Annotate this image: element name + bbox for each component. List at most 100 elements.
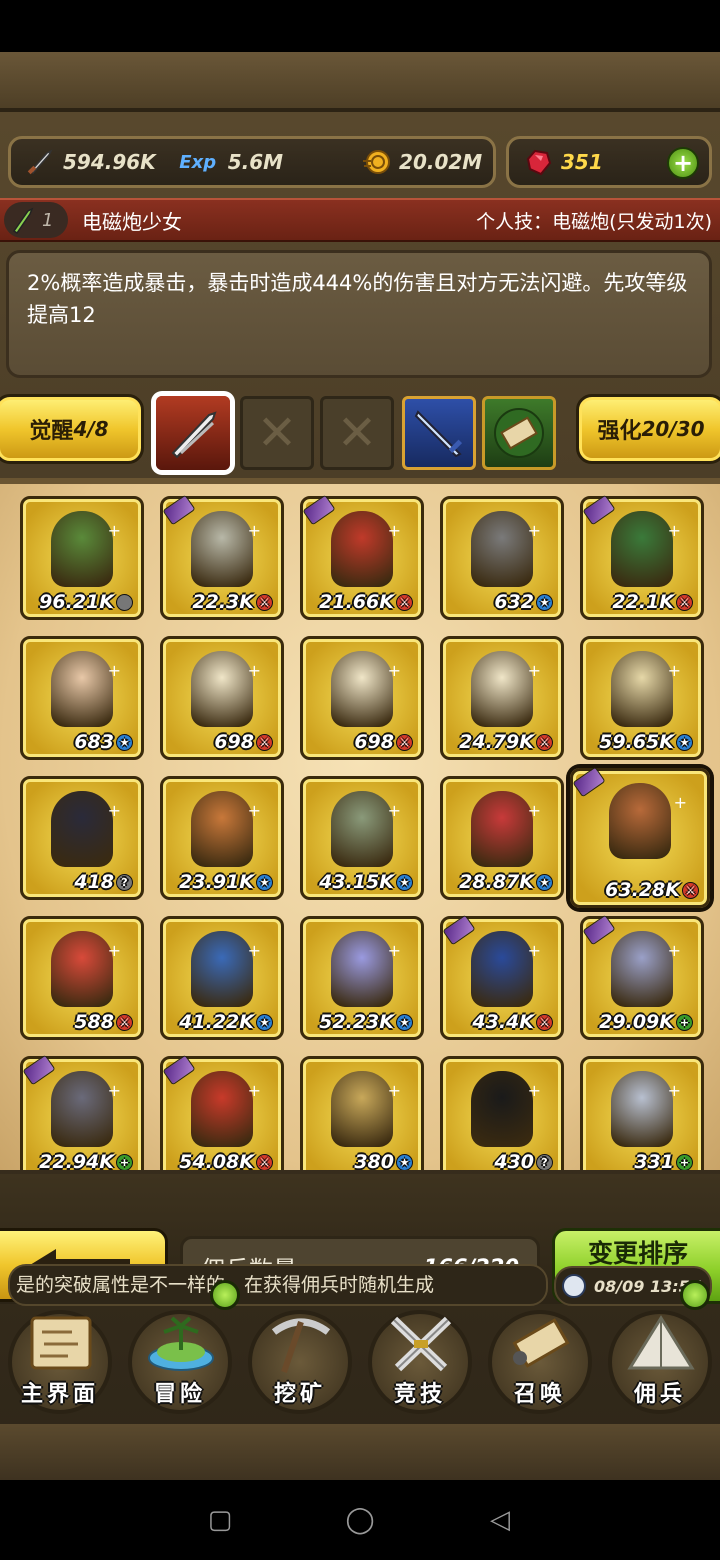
mercenary-card[interactable]: +21.66K ⚔ [300,494,424,620]
mercenary-card[interactable]: +418? [20,776,144,900]
mercenary-power: 41.22K ★ [179,1011,273,1033]
mercenary-card[interactable]: +632 ★ [440,496,564,620]
equip-slot-5[interactable] [482,396,556,470]
mercenary-card[interactable]: +698 ⚔ [160,636,284,760]
class-badge-icon: ⚔ [256,733,273,751]
mercenary-card[interactable]: +59.65K ★ [580,636,704,760]
class-badge-icon [116,593,133,611]
weapon-tag-icon [572,766,606,798]
mercenary-card[interactable]: +41.22K ★ [160,916,284,1040]
mercenary-card[interactable]: +683 ★ [20,636,144,760]
recents-icon[interactable]: ▢ [205,1505,235,1535]
sparkle-icon: + [527,941,541,960]
mercenary-power: 698 ⚔ [214,731,273,753]
top-texture [0,52,720,112]
sparkle-icon: + [107,941,121,960]
menu-item-5[interactable]: 佣兵 [602,1304,718,1414]
gold-resource: 20.02M [361,147,482,177]
hero-portrait [611,1071,673,1147]
power-value: 698 [214,731,254,753]
mercenary-card[interactable]: +43.4K ⚔ [440,914,564,1040]
mercenary-card[interactable]: +54.08K ⚔ [160,1054,284,1170]
menu-item-1[interactable]: 冒险 [122,1304,238,1414]
power-value: 430 [494,1151,534,1170]
equip-slot-4[interactable] [402,396,476,470]
android-nav-bar: ▢ ◯ ◁ [0,1480,720,1560]
sparkle-icon: + [387,1081,401,1100]
sparkle-icon: + [527,661,541,680]
sparkle-icon: + [527,521,541,540]
weapon-tag-icon [442,914,476,946]
mercenary-card[interactable]: +52.23K ★ [300,916,424,1040]
gem-value: 351 [561,150,603,174]
menu-item-0[interactable]: 主界面 [2,1304,118,1414]
menu-label: 竞技 [393,1382,446,1407]
mercenary-card[interactable]: +380 ★ [300,1056,424,1170]
map-icon [22,1308,100,1380]
mercenary-card[interactable]: +331 + [580,1056,704,1170]
equip-slot-3[interactable]: ✕ [320,396,394,470]
mercenary-card[interactable]: +28.87K ★ [440,776,564,900]
mercenary-card[interactable]: +63.28K ⚔ [570,766,710,908]
class-badge-icon: ★ [536,873,553,891]
mercenary-card[interactable]: +430? [440,1056,564,1170]
news-ticker: 是的突破属性是不一样的，在获得佣兵时随机生成 [8,1264,548,1306]
mercenary-power: 22.1K ⚔ [612,591,693,613]
power-value: 28.87K [459,871,534,893]
power-value: 29.09K [599,1011,674,1033]
power-value: 43.4K [472,1011,534,1033]
sparkle-icon: + [247,661,261,680]
awaken-value: 4/8 [73,417,109,441]
skill-name: 电磁炮少女 [82,209,182,234]
class-badge-icon: ⚔ [396,733,413,751]
menu-item-3[interactable]: 竞技 [362,1304,478,1414]
hero-portrait [331,1071,393,1147]
sparkle-icon: + [247,941,261,960]
hero-portrait [191,1071,253,1147]
mercenary-card[interactable]: +29.09K + [580,914,704,1040]
sparkle-icon: + [667,1081,681,1100]
add-gems-button[interactable]: + [667,147,699,179]
sparkle-icon: + [667,661,681,680]
hero-portrait [331,651,393,727]
resource-pill-main: 594.96K Exp 5.6M 20.02M [8,136,496,188]
sparkle-icon: + [387,521,401,540]
mercenary-card[interactable]: +24.79K ⚔ [440,636,564,760]
notification-dot [210,1280,240,1310]
mercenary-card[interactable]: +23.91K ★ [160,776,284,900]
mercenary-card[interactable]: +96.21K [20,496,144,620]
mercenary-card[interactable]: +22.3K ⚔ [160,494,284,620]
home-icon[interactable]: ◯ [345,1505,375,1535]
class-badge-icon: ★ [396,1153,413,1170]
skill-description: 2%概率造成暴击，暴击时造成444%的伤害且对方无法闪避。先攻等级提高12 [6,250,712,378]
sparkle-icon: + [247,801,261,820]
mercenary-card[interactable]: +588 ⚔ [20,916,144,1040]
hero-portrait [191,651,253,727]
power-value: 24.79K [459,731,534,753]
power-value: 331 [634,1151,674,1170]
power-value: 698 [354,731,394,753]
enhance-button[interactable]: 强化 20/30 [576,394,720,464]
awaken-button[interactable]: 觉醒 4/8 [0,394,144,464]
sparkle-icon: + [107,521,121,540]
equip-slot-1[interactable] [156,396,230,470]
skill-level-badge: 1 [4,202,68,238]
hero-portrait [191,511,253,587]
menu-item-4[interactable]: 召唤 [482,1304,598,1414]
equip-slot-2[interactable]: ✕ [240,396,314,470]
exp-icon: Exp [179,151,217,173]
menu-item-2[interactable]: 挖矿 [242,1304,358,1414]
mercenary-power: 380 ★ [354,1151,413,1170]
exp-value: 5.6M [227,150,284,174]
weapon-tag-icon [302,494,336,526]
mercenary-card[interactable]: +43.15K ★ [300,776,424,900]
power-value: 52.23K [319,1011,394,1033]
back-icon[interactable]: ◁ [485,1505,515,1535]
class-badge-icon: ⚔ [536,733,553,751]
sparkle-icon: + [667,941,681,960]
mercenary-card[interactable]: +698 ⚔ [300,636,424,760]
hero-portrait [331,931,393,1007]
mercenary-card[interactable]: +22.1K ⚔ [580,494,704,620]
mercenary-card[interactable]: +22.94K + [20,1054,144,1170]
power-value: 22.3K [192,591,254,613]
